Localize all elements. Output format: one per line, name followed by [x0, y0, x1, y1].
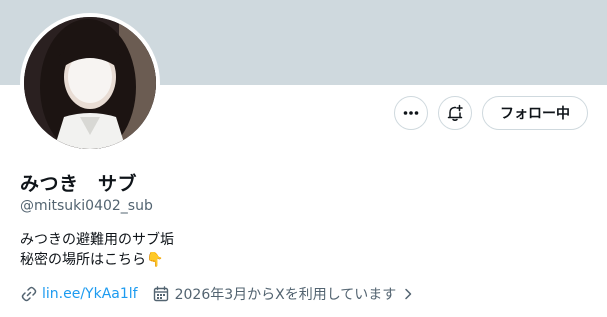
more-horizontal-icon: [403, 111, 419, 115]
bio-line-1: みつきの避難用のサブ垢: [20, 232, 174, 248]
joined-date-text: 2026年3月からXを利用しています: [174, 287, 397, 303]
more-button[interactable]: [394, 96, 428, 130]
profile-link[interactable]: lin.ee/YkAa1lf: [20, 285, 138, 303]
display-name: みつき サブ: [20, 173, 138, 195]
notifications-button[interactable]: [438, 96, 472, 130]
profile-bio: みつきの避難用のサブ垢 秘密の場所はこちら👇: [20, 230, 174, 270]
profile-meta: lin.ee/YkAa1lf 2026年3月からXを利用しています: [20, 284, 415, 304]
bio-line-2: 秘密の場所はこちら👇: [20, 250, 174, 270]
profile-avatar[interactable]: [20, 13, 160, 153]
link-icon: [21, 286, 37, 302]
joined-date[interactable]: 2026年3月からXを利用しています: [152, 284, 416, 304]
following-button[interactable]: フォロー中: [482, 96, 588, 130]
pointing-down-icon: 👇: [146, 252, 164, 268]
calendar-icon: [153, 286, 168, 302]
avatar-photo: [24, 17, 156, 149]
bio-line-2-text: 秘密の場所はこちら: [20, 252, 146, 268]
user-handle: @mitsuki0402_sub: [20, 198, 153, 214]
chevron-right-icon: [405, 288, 412, 300]
profile-link-text[interactable]: lin.ee/YkAa1lf: [42, 286, 138, 302]
bell-plus-icon: [447, 104, 463, 121]
profile-actions: フォロー中: [394, 96, 588, 130]
